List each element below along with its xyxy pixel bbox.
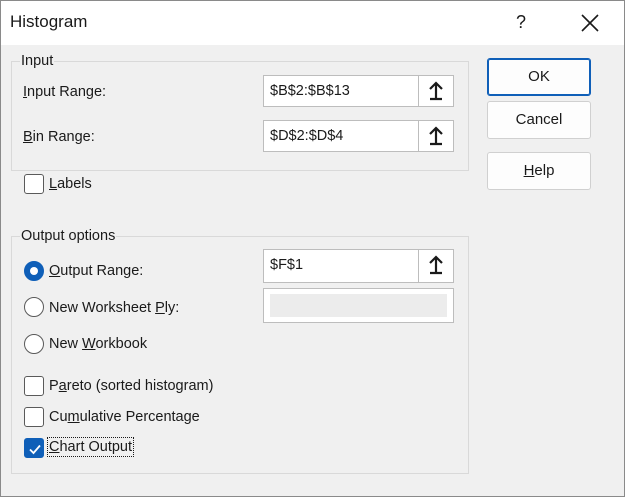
bin-range-label: Bin Range: bbox=[23, 129, 95, 145]
output-range-field[interactable]: $F$1 bbox=[263, 249, 454, 283]
input-range-field[interactable]: $B$2:$B$13 bbox=[263, 75, 454, 107]
arrow-up-icon bbox=[429, 126, 443, 146]
histogram-dialog: Histogram ? Input Input Range: $B$2:$B$1… bbox=[0, 0, 625, 497]
help-question-button[interactable]: ? bbox=[509, 9, 533, 35]
dialog-title: Histogram bbox=[10, 12, 88, 31]
title-bar: Histogram ? bbox=[1, 1, 624, 45]
bin-range-collapse-button[interactable] bbox=[418, 121, 453, 151]
pareto-label[interactable]: Pareto (sorted histogram) bbox=[49, 378, 213, 394]
ok-button[interactable]: OK bbox=[487, 58, 591, 96]
output-options-legend: Output options bbox=[20, 228, 117, 244]
new-worksheet-name-field[interactable] bbox=[263, 288, 454, 323]
new-worksheet-radio[interactable] bbox=[24, 297, 44, 317]
input-range-label: Input Range: bbox=[23, 84, 107, 100]
cumulative-percentage-checkbox[interactable] bbox=[24, 407, 44, 427]
close-icon[interactable] bbox=[576, 9, 604, 37]
new-workbook-radio[interactable] bbox=[24, 334, 44, 354]
arrow-up-icon bbox=[429, 255, 443, 275]
input-range-value[interactable]: $B$2:$B$13 bbox=[270, 83, 350, 99]
cancel-button[interactable]: Cancel bbox=[487, 101, 591, 139]
new-workbook-label[interactable]: New Workbook bbox=[49, 336, 147, 352]
chart-output-checkbox[interactable] bbox=[24, 438, 44, 458]
input-group-legend: Input bbox=[20, 53, 55, 69]
input-range-collapse-button[interactable] bbox=[418, 76, 453, 106]
help-button[interactable]: Help bbox=[487, 152, 591, 190]
output-range-label[interactable]: Output Range: bbox=[49, 263, 143, 279]
checkmark-icon bbox=[29, 444, 41, 455]
labels-checkbox[interactable] bbox=[24, 174, 44, 194]
pareto-checkbox[interactable] bbox=[24, 376, 44, 396]
output-range-collapse-button[interactable] bbox=[418, 250, 453, 282]
arrow-up-icon bbox=[429, 81, 443, 101]
cumulative-percentage-label[interactable]: Cumulative Percentage bbox=[49, 409, 200, 425]
bin-range-field[interactable]: $D$2:$D$4 bbox=[263, 120, 454, 152]
output-range-value[interactable]: $F$1 bbox=[270, 257, 303, 273]
output-range-radio[interactable] bbox=[24, 261, 44, 281]
labels-label[interactable]: Labels bbox=[49, 176, 92, 192]
new-worksheet-label[interactable]: New Worksheet Ply: bbox=[49, 300, 179, 316]
bin-range-value[interactable]: $D$2:$D$4 bbox=[270, 128, 343, 144]
chart-output-label[interactable]: Chart Output bbox=[46, 437, 135, 457]
new-worksheet-name-disabled-input bbox=[270, 294, 447, 317]
